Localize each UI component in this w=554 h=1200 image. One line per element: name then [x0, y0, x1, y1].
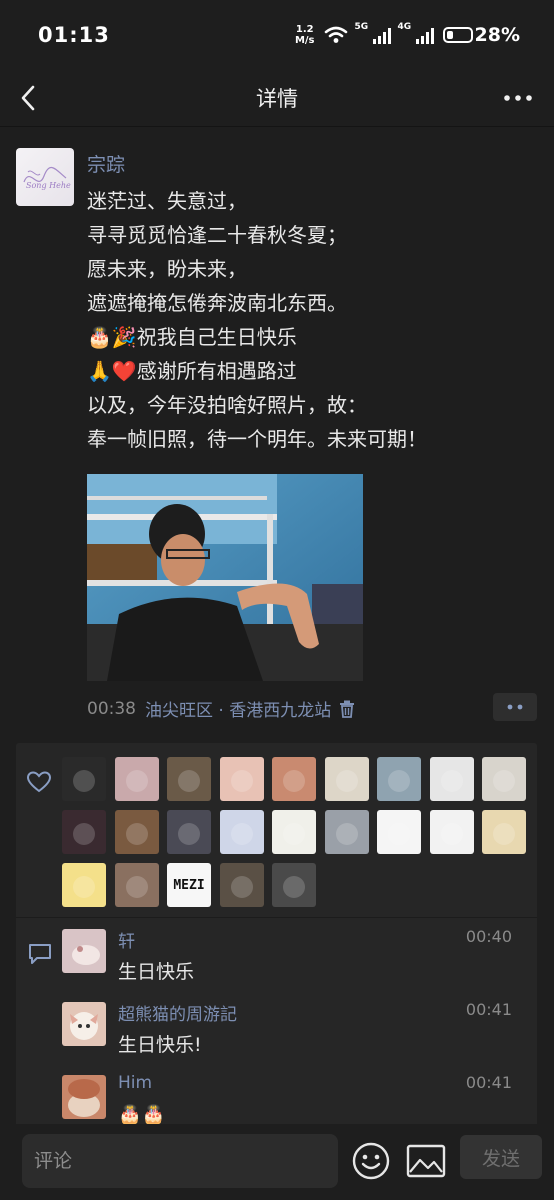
- liker-avatar[interactable]: [482, 757, 526, 801]
- liker-avatar[interactable]: [219, 810, 264, 854]
- liker-avatar[interactable]: [324, 810, 369, 854]
- post-line: 🎂🎉祝我自己生日快乐: [87, 325, 297, 349]
- comment-text: 🎂🎂: [118, 1104, 166, 1126]
- liker-avatar[interactable]: [377, 757, 421, 801]
- author-name[interactable]: 宗踪: [87, 150, 125, 177]
- liker-avatar[interactable]: [167, 757, 211, 801]
- page-title: 详情: [256, 87, 298, 111]
- liker-avatar[interactable]: [272, 810, 316, 854]
- net-speed-value: 1.2: [295, 24, 314, 35]
- signal-5g-icon: 5G: [355, 22, 391, 44]
- liker-avatar[interactable]: [114, 757, 159, 801]
- avatar-signature-text: Song Hehe: [26, 181, 71, 190]
- liker-avatar[interactable]: [272, 757, 316, 801]
- panel-divider: [16, 917, 537, 918]
- liker-avatar[interactable]: [114, 863, 159, 907]
- sim2-label: 4G: [397, 22, 412, 32]
- heart-icon: [27, 771, 51, 793]
- post-actions-button[interactable]: [493, 693, 537, 721]
- commenter-name[interactable]: 轩: [118, 927, 135, 952]
- liker-avatar[interactable]: [167, 810, 211, 854]
- comment-input-bar: 发送: [0, 1124, 554, 1200]
- liker-avatar[interactable]: [62, 863, 106, 907]
- post-line: 以及，今年没拍啥好照片，故：: [87, 393, 367, 417]
- nav-bar: 详情: [0, 70, 554, 126]
- post-line: 奉一帧旧照，待一个明年。未来可期！: [87, 427, 427, 451]
- post-line: 🙏❤️感谢所有相遇路过: [87, 359, 297, 383]
- commenter-avatar[interactable]: [62, 1075, 106, 1119]
- post-line: 寻寻觅觅恰逢二十春秋冬夏；: [87, 223, 347, 247]
- post-line: 愿未来，盼未来，: [87, 257, 247, 281]
- liker-avatar[interactable]: [219, 863, 264, 907]
- post-location[interactable]: 油尖旺区 · 香港西九龙站: [145, 696, 331, 721]
- liker-avatar[interactable]: [272, 863, 316, 907]
- more-options-icon[interactable]: [502, 83, 534, 113]
- comment-text: 生日快乐!: [118, 1034, 202, 1056]
- comment-input[interactable]: [22, 1134, 338, 1188]
- liker-avatar[interactable]: [219, 757, 264, 801]
- liker-avatar[interactable]: [429, 757, 474, 801]
- back-icon[interactable]: [14, 82, 46, 114]
- liker-avatar[interactable]: [429, 810, 474, 854]
- send-button[interactable]: 发送: [460, 1135, 542, 1179]
- liker-avatar[interactable]: [324, 757, 369, 801]
- liker-avatar[interactable]: [482, 810, 526, 854]
- liker-avatar[interactable]: [62, 757, 106, 801]
- post-photo[interactable]: [87, 474, 363, 681]
- commenter-name[interactable]: 超熊猫的周游記: [118, 1000, 237, 1025]
- trash-icon[interactable]: [339, 700, 355, 718]
- wifi-icon: [324, 26, 347, 43]
- comment-text: 生日快乐: [118, 961, 195, 983]
- signature-logo: Song Hehe: [23, 166, 71, 190]
- nav-divider: [0, 126, 554, 127]
- network-speed: 1.2 M/s: [295, 24, 315, 46]
- ellipsis-icon: [507, 704, 523, 710]
- author-avatar[interactable]: Song Hehe: [16, 148, 74, 206]
- liker-avatar-text: MEZI: [173, 877, 205, 893]
- post-time: 00:38: [87, 698, 136, 719]
- emoji-icon[interactable]: [352, 1142, 390, 1180]
- sim1-label: 5G: [354, 22, 369, 32]
- post-line: 遮遮掩掩怎倦奔波南北东西。: [87, 291, 347, 315]
- liker-avatar[interactable]: [62, 810, 106, 854]
- commenter-avatar[interactable]: [62, 1002, 106, 1046]
- liker-avatar[interactable]: MEZI: [167, 863, 211, 907]
- net-speed-unit: M/s: [294, 35, 315, 46]
- liker-avatar[interactable]: [377, 810, 421, 854]
- signal-4g-icon: 4G: [398, 22, 434, 44]
- comment-time: 00:40: [465, 927, 512, 946]
- commenter-avatar[interactable]: [62, 929, 106, 973]
- comment-icon: [29, 944, 51, 964]
- post-line: 迷茫过、失意过，: [87, 189, 247, 213]
- battery-icon: 28%: [442, 24, 520, 46]
- battery-percent: 28%: [474, 24, 520, 46]
- status-time: 01:13: [38, 23, 110, 47]
- status-icons: 1.2 M/s 5G 4G 28%: [295, 22, 520, 46]
- commenter-name[interactable]: Him: [118, 1073, 152, 1093]
- post-meta: 00:38 油尖旺区 · 香港西九龙站: [87, 696, 355, 721]
- comment-time: 00:41: [465, 1073, 512, 1092]
- image-icon[interactable]: [406, 1144, 446, 1178]
- liker-avatar[interactable]: [114, 810, 159, 854]
- status-bar: 01:13 1.2 M/s 5G 4G 28%: [0, 0, 554, 70]
- comment-time: 00:41: [465, 1000, 512, 1019]
- post-text: 迷茫过、失意过， 寻寻觅觅恰逢二十春秋冬夏； 愿未来，盼未来， 遮遮掩掩怎倦奔波…: [87, 184, 537, 456]
